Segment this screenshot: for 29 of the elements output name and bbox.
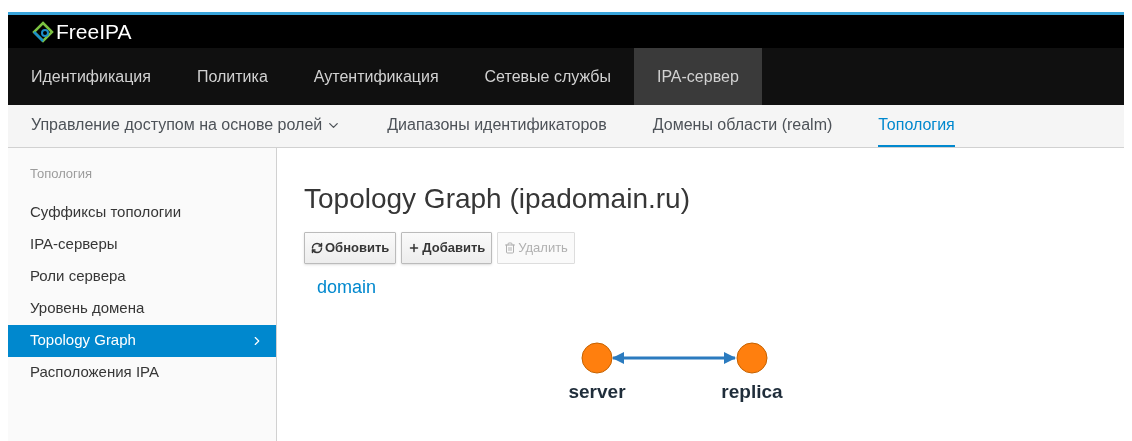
page-title: Topology Graph (ipadomain.ru) xyxy=(304,182,691,216)
sidebar-item[interactable]: Суффиксы топологии xyxy=(8,196,276,229)
nav-tab[interactable]: IPA-сервер xyxy=(633,48,762,105)
sidebar-item[interactable]: Уровень домена xyxy=(8,292,276,325)
add-button[interactable]: Добавить xyxy=(401,232,493,264)
add-icon xyxy=(408,242,421,254)
suffix-link[interactable]: domain xyxy=(317,274,377,301)
node-label: server xyxy=(568,380,626,404)
nav-tab[interactable]: Идентификация xyxy=(8,48,174,105)
nav-tab[interactable]: Политика xyxy=(173,48,291,105)
sub-nav-tab[interactable]: Управление доступом на основе ролей xyxy=(31,105,342,147)
sidebar-item[interactable]: Роли сервера xyxy=(8,260,276,293)
nav-tab[interactable]: Аутентификация xyxy=(290,48,462,105)
sidebar-item[interactable]: IPA-серверы xyxy=(8,228,276,261)
sub-nav-tab[interactable]: Топология xyxy=(878,105,955,147)
sub-nav-tab[interactable]: Домены области (realm) xyxy=(652,105,833,147)
refresh-button[interactable]: Обновить xyxy=(304,232,397,264)
node-circle[interactable] xyxy=(581,342,613,374)
delete-icon xyxy=(504,242,517,254)
sidebar-item[interactable]: Topology Graph xyxy=(8,324,276,357)
node-label: replica xyxy=(721,380,783,404)
sidebar-item[interactable]: Расположения IPA xyxy=(8,356,276,389)
refresh-icon xyxy=(311,242,323,254)
brand-name: FreeIPA xyxy=(56,18,132,45)
logo-icon xyxy=(32,20,54,43)
sub-nav-tab[interactable]: Диапазоны идентификаторов xyxy=(387,105,607,147)
node-circle[interactable] xyxy=(736,342,768,374)
nav-tab[interactable]: Сетевые службы xyxy=(461,48,634,105)
sidebar-heading: Топология xyxy=(29,165,94,183)
